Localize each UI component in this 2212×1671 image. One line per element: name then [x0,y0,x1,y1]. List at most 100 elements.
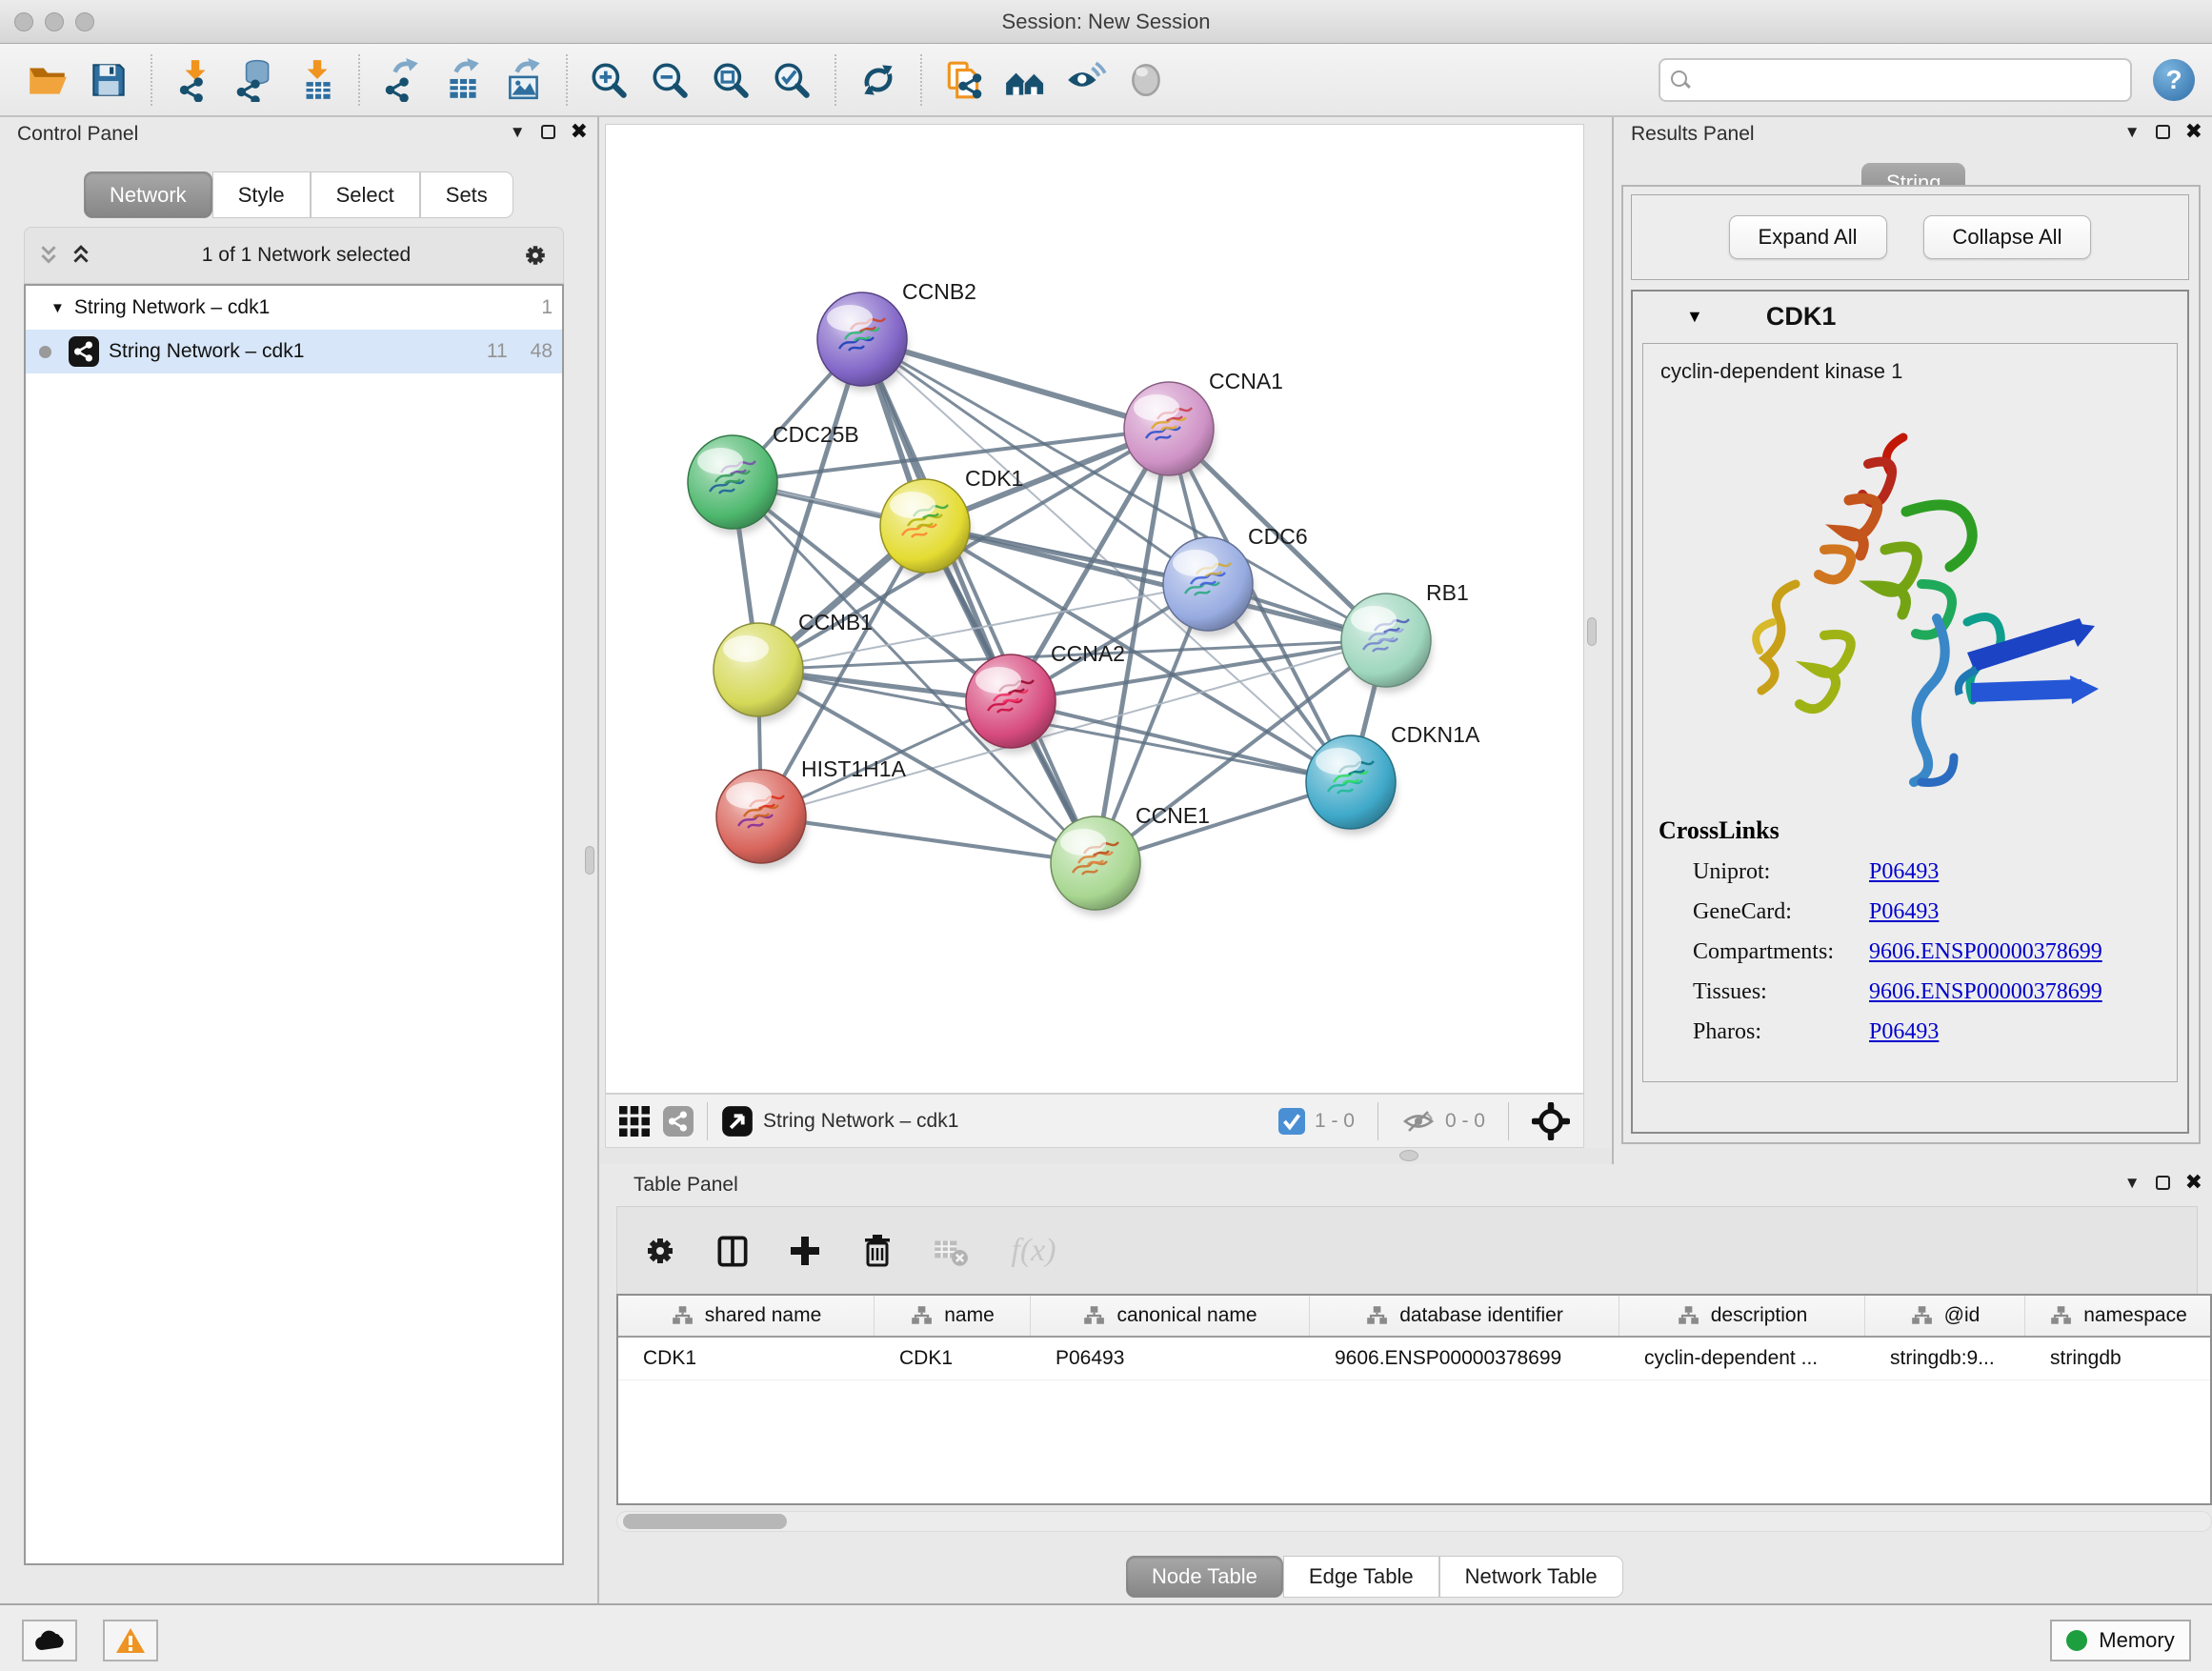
tab-network-table[interactable]: Network Table [1439,1556,1623,1598]
network-options-gear-icon[interactable] [521,241,550,270]
table-panel-close-icon[interactable]: ✖ [2185,1172,2202,1193]
collapse-all-button[interactable]: Collapse All [1923,215,2092,259]
table-row[interactable]: CDK1CDK1P064939606.ENSP00000378699cyclin… [618,1338,2210,1380]
delete-table-button[interactable] [928,1229,972,1273]
crosslink-link[interactable]: 9606.ENSP00000378699 [1869,979,2102,1005]
zoom-out-button[interactable] [647,56,694,104]
edge-CCNB2-CCNE1[interactable] [862,339,1096,863]
expand-all-chevron-icon[interactable] [70,245,91,266]
network-node-CDC6[interactable] [1163,537,1254,636]
zoom-selected-button[interactable] [769,56,816,104]
control-panel-collapse-icon[interactable]: ▼ [510,124,526,140]
network-node-CDKN1A[interactable] [1306,735,1397,835]
export-table-file-button[interactable] [439,56,487,104]
import-network-file-button[interactable] [171,56,218,104]
column-header-database-identifier[interactable]: database identifier [1310,1296,1619,1336]
network-node-CDK1[interactable] [880,479,971,578]
open-session-button[interactable] [24,56,71,104]
network-node-CCNB2[interactable] [817,292,908,392]
horizontal-splitter-handle[interactable] [1399,1150,1418,1161]
crosslink-link[interactable]: 9606.ENSP00000378699 [1869,939,2102,965]
crosslink-link[interactable]: P06493 [1869,1019,1939,1045]
network-node-HIST1H1A[interactable] [716,770,807,869]
crosslink-link[interactable]: P06493 [1869,899,1939,925]
selected-count-badge: 1 - 0 [1315,1110,1355,1133]
column-header-namespace[interactable]: namespace [2025,1296,2212,1336]
column-header-description[interactable]: description [1619,1296,1865,1336]
cloud-button[interactable] [22,1620,77,1661]
network-label: String Network – cdk1 [109,340,304,363]
memory-label: Memory [2099,1628,2174,1653]
network-node-CCNA2[interactable] [966,654,1056,754]
table-hscrollbar-thumb[interactable] [623,1514,787,1529]
crosslink-row: Uniprot:P06493 [1643,859,2177,885]
add-column-button[interactable] [783,1229,827,1273]
table-settings-gear-button[interactable] [638,1229,682,1273]
save-session-button[interactable] [85,56,132,104]
network-node-CCNB1[interactable] [714,623,804,722]
gene-name: CDK1 [1766,302,1837,332]
memory-button[interactable]: Memory [2050,1620,2191,1661]
column-header-name[interactable]: name [875,1296,1031,1336]
collapse-all-chevron-icon[interactable] [38,245,59,266]
network-collection-row[interactable]: ▼ String Network – cdk1 1 [26,286,562,330]
network-row[interactable]: String Network – cdk1 11 48 [26,330,562,373]
hide-selection-button[interactable] [1062,56,1110,104]
zoom-in-button[interactable] [586,56,633,104]
network-view-icon[interactable] [663,1106,694,1137]
gene-section-caret-icon[interactable]: ▼ [1686,307,1703,327]
results-panel-float-icon[interactable] [2156,125,2170,139]
left-splitter-handle[interactable] [585,846,594,875]
fit-selected-crosshair-icon[interactable] [1532,1102,1570,1140]
right-splitter-handle[interactable] [1587,617,1597,646]
column-header--id[interactable]: @id [1865,1296,2025,1336]
edge-CCNE1-HIST1H1A[interactable] [761,816,1096,863]
new-network-from-selection-button[interactable] [940,56,988,104]
edge-CCNB2-CCNA1[interactable] [862,339,1169,429]
network-node-CCNE1[interactable] [1051,816,1141,916]
crosslink-label: Compartments: [1693,939,1869,965]
import-network-database-button[interactable] [231,56,279,104]
edge-CDK1-RB1[interactable] [925,526,1386,640]
tree-expander-icon[interactable]: ▼ [50,300,65,316]
tab-select[interactable]: Select [311,171,420,218]
warning-button[interactable] [103,1620,158,1661]
zoom-fit-button[interactable] [708,56,755,104]
network-node-CCNA1[interactable] [1124,382,1215,481]
results-panel-collapse-icon[interactable]: ▼ [2124,124,2141,140]
tab-node-table[interactable]: Node Table [1126,1556,1283,1598]
tab-style[interactable]: Style [212,171,311,218]
selected-checkbox-icon[interactable] [1278,1108,1305,1135]
node-label-CCNB1: CCNB1 [798,610,873,634]
control-panel-close-icon[interactable]: ✖ [571,121,588,142]
help-button[interactable]: ? [2153,59,2195,101]
crosslink-link[interactable]: P06493 [1869,859,1939,885]
expand-all-button[interactable]: Expand All [1729,215,1887,259]
birds-eye-view-icon[interactable] [721,1105,754,1137]
network-node-CDC25B[interactable] [688,435,778,534]
tab-network[interactable]: Network [84,171,212,218]
column-header-shared-name[interactable]: shared name [618,1296,875,1336]
first-neighbors-button[interactable] [1001,56,1049,104]
grid-view-icon[interactable] [619,1106,650,1137]
table-hscrollbar[interactable] [616,1511,2212,1532]
delete-column-button[interactable] [855,1229,899,1273]
refresh-view-button[interactable] [855,56,902,104]
function-builder-button[interactable]: f(x) [1000,1229,1067,1273]
tab-sets[interactable]: Sets [420,171,513,218]
export-network-file-button[interactable] [378,56,426,104]
table-panel-collapse-icon[interactable]: ▼ [2124,1175,2141,1191]
table-panel-float-icon[interactable] [2156,1176,2170,1190]
import-table-file-button[interactable] [292,56,340,104]
tab-edge-table[interactable]: Edge Table [1283,1556,1439,1598]
control-panel-float-icon[interactable] [541,125,555,139]
split-columns-button[interactable] [711,1229,754,1273]
node-label-CDC25B: CDC25B [773,422,859,447]
search-input[interactable] [1699,62,2121,98]
export-image-button[interactable] [500,56,548,104]
network-canvas[interactable]: CCNB2CCNA1CDC25BCDK1CDC6RB1CCNB1CCNA2CDK… [605,124,1584,1094]
column-header-canonical-name[interactable]: canonical name [1031,1296,1310,1336]
results-panel-close-icon[interactable]: ✖ [2185,121,2202,142]
network-node-RB1[interactable] [1341,594,1432,693]
show-all-button[interactable] [1123,56,1171,104]
